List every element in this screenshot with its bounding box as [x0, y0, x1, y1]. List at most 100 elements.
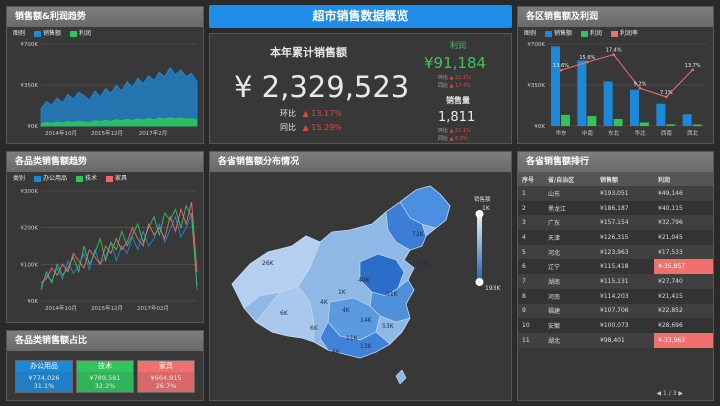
- table-row[interactable]: 3 广东 ¥157,154 ¥32,796: [518, 215, 713, 231]
- share-tile[interactable]: 家具 ¥664,915 26.7%: [137, 360, 195, 393]
- sales-profit-area-chart: ¥700K ¥350K ¥0K 2014年10月 2015年12月 2017年2月: [20, 42, 198, 137]
- scale-handle-bottom[interactable]: [475, 278, 484, 286]
- map-panel: 各省销售额分布情况 26K 6K 72K 73K 40K 1K 4K 31K 4…: [209, 151, 512, 401]
- margin-point[interactable]: [665, 95, 668, 99]
- table-cell: 湖北: [544, 332, 596, 348]
- map-shape[interactable]: [231, 185, 451, 385]
- legend-item-margin[interactable]: 利润率: [611, 28, 638, 37]
- legend-item-tech[interactable]: 技术: [76, 173, 97, 182]
- column-header[interactable]: 销售额: [596, 172, 654, 186]
- table-cell: ¥193,051: [596, 186, 654, 201]
- table-row[interactable]: 5 河北 ¥123,963 ¥17,533: [518, 244, 713, 260]
- share-tile-body: ¥789,581 32.2%: [77, 372, 133, 392]
- column-header[interactable]: 序号: [518, 172, 544, 186]
- table-cell: ¥123,963: [596, 244, 654, 260]
- table-cell: ¥115,131: [596, 274, 654, 289]
- table-cell: 3: [518, 215, 544, 231]
- y-tick-label: ¥0K: [534, 124, 545, 130]
- bar-sales[interactable]: [551, 46, 560, 126]
- sales-profit-trend-panel: 销售额&利润趋势 图例 销售额 利润 ¥700K ¥350K ¥0K 2014年10月…: [6, 6, 204, 144]
- table-cell: 11: [518, 332, 544, 348]
- column-header[interactable]: 利润: [654, 172, 713, 186]
- region-bar-chart: ¥700K ¥350K ¥0K 华东 中南 东北 华北 西南 西北 13.6% 15.6% 17.4%…: [527, 42, 706, 137]
- table-cell: 5: [518, 244, 544, 260]
- share-value: ¥664,915: [150, 374, 182, 382]
- qty-title: 销售量: [446, 96, 470, 105]
- margin-point[interactable]: [691, 68, 694, 72]
- legend-item-furniture[interactable]: 家具: [106, 173, 127, 182]
- table-cell: 8: [518, 288, 544, 304]
- scale-title: 销售额: [474, 195, 491, 203]
- share-value: ¥774,026: [28, 374, 60, 382]
- bar-sales[interactable]: [682, 114, 692, 126]
- map-label: 4K: [342, 307, 351, 314]
- table-cell: 4: [518, 230, 544, 245]
- y-tick-label: ¥300K: [20, 189, 38, 195]
- table-row[interactable]: 1 山东 ¥193,051 ¥49,146: [518, 186, 713, 201]
- bar-sales[interactable]: [630, 89, 639, 126]
- table-row[interactable]: 10 安徽 ¥100,073 ¥28,696: [518, 318, 713, 333]
- pagination[interactable]: ◀ 1 / 3 ▶: [656, 390, 683, 397]
- scale-handle-top[interactable]: [475, 210, 484, 218]
- table-row[interactable]: 4 天津 ¥126,315 ¥21,045: [518, 230, 713, 245]
- line-series[interactable]: [40, 212, 198, 291]
- share-tile[interactable]: 办公用品 ¥774,026 31.1%: [15, 360, 73, 393]
- legend-item-profit[interactable]: 利润: [581, 28, 602, 37]
- area-series[interactable]: [40, 66, 198, 127]
- bar-profit[interactable]: [561, 114, 570, 126]
- panel-title: 各区销售额及利润: [518, 7, 713, 27]
- legend: 类别 办公用品 技术 家具: [13, 173, 128, 182]
- table-cell: ¥107,706: [596, 303, 654, 319]
- table-cell: ¥100,073: [596, 318, 654, 333]
- table-cell: 福建: [544, 303, 596, 319]
- bar-profit[interactable]: [666, 124, 676, 126]
- profit-value: ¥91,184: [424, 54, 487, 72]
- margin-point[interactable]: [586, 60, 589, 64]
- bar-profit[interactable]: [692, 124, 702, 126]
- table-cell: ¥27,740: [654, 274, 713, 289]
- legend-item-office[interactable]: 办公用品: [34, 173, 67, 182]
- table-row[interactable]: 7 湖南 ¥115,131 ¥27,740: [518, 274, 713, 289]
- table-cell: 湖南: [544, 274, 596, 289]
- margin-point[interactable]: [638, 86, 642, 90]
- map-label: 13K: [360, 343, 373, 350]
- bar-profit[interactable]: [613, 118, 623, 126]
- table-row[interactable]: 2 黑龙江 ¥186,187 ¥40,115: [518, 200, 713, 216]
- x-tick-label: 2014年10月: [45, 304, 77, 312]
- category-line-chart: ¥300K ¥200K ¥100K ¥0K 2014年10月 2015年12月 2017年0…: [20, 189, 198, 312]
- share-tile-body: ¥774,026 31.1%: [16, 372, 72, 392]
- table-cell: ¥32,796: [654, 215, 713, 231]
- y-tick-label: ¥0K: [27, 124, 38, 130]
- bar-profit[interactable]: [640, 122, 649, 126]
- legend: 图例 销售额 利润: [7, 27, 203, 38]
- y-tick-label: ¥100K: [20, 262, 38, 268]
- map-label: 31K: [386, 291, 399, 298]
- share-tile-name: 技术: [77, 361, 133, 372]
- table-cell: ¥114,203: [596, 288, 654, 304]
- bar-profit[interactable]: [587, 116, 597, 126]
- share-value: ¥789,581: [89, 374, 121, 382]
- bar-sales[interactable]: [603, 81, 613, 126]
- table-row[interactable]: 9 福建 ¥107,706 ¥22,852: [518, 303, 713, 319]
- table-row[interactable]: 6 辽宁 ¥115,418 ¥-35,857: [518, 259, 713, 275]
- line-series[interactable]: [40, 204, 198, 291]
- dashboard-title: 超市销售数据概览: [209, 5, 512, 28]
- ranking-table: 序号 省/自治区 销售额 利润 1 山东 ¥193,051 ¥49,146 2 黑龙江 ¥1…: [518, 172, 713, 348]
- legend-item-sales[interactable]: 销售额: [545, 28, 572, 37]
- table-row[interactable]: 8 河南 ¥114,203 ¥21,415: [518, 288, 713, 304]
- legend-item-sales[interactable]: 销售额: [34, 28, 61, 37]
- bar-sales[interactable]: [656, 103, 666, 126]
- table-cell: ¥17,533: [654, 244, 713, 260]
- x-tick-label: 东北: [608, 129, 620, 137]
- column-header[interactable]: 省/自治区: [544, 172, 596, 186]
- legend-item-profit[interactable]: 利润: [70, 28, 91, 37]
- margin-point[interactable]: [612, 53, 615, 56]
- table-cell: 辽宁: [544, 259, 596, 275]
- table-row[interactable]: 11 湖北 ¥98,401 ¥-33,963: [518, 332, 713, 348]
- x-tick-label: 华北: [634, 129, 646, 137]
- bar-sales[interactable]: [577, 60, 587, 126]
- region-panel: 各区销售额及利润 图例 销售额 利润 利润率 ¥700K ¥350K ¥0K 华东 中南…: [517, 6, 714, 144]
- share-tile[interactable]: 技术 ¥789,581 32.2%: [76, 360, 134, 393]
- margin-point[interactable]: [559, 68, 563, 72]
- table-cell: 10: [518, 318, 544, 333]
